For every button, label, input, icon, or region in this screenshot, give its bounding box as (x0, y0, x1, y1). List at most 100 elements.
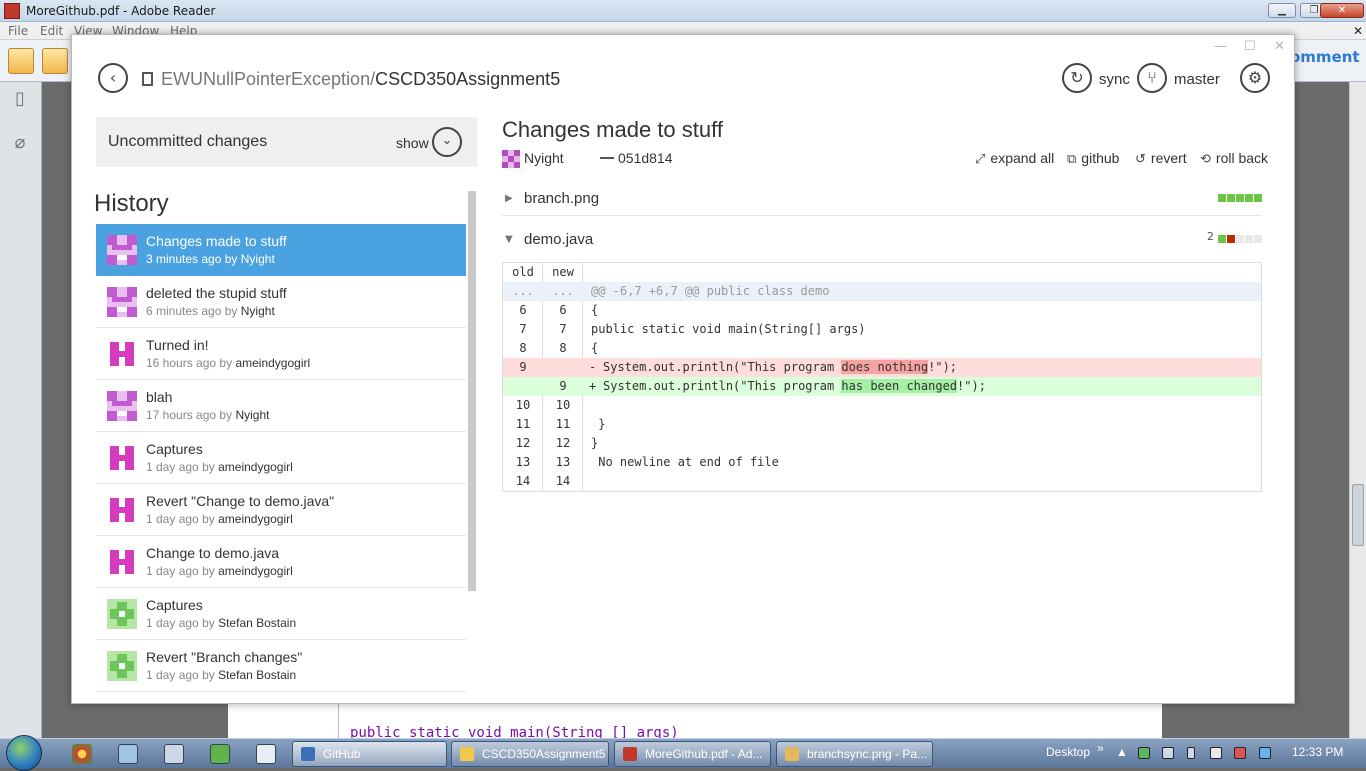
history-item[interactable]: Change to demo.java 1 day ago by ameindyg… (96, 536, 466, 588)
repo-owner-link[interactable]: EWUNullPointerException (161, 69, 370, 89)
settings-button[interactable]: ⚙ (1240, 63, 1270, 93)
arrow-left-icon: ‹ (109, 68, 117, 87)
commit-author[interactable]: Nyight (524, 150, 564, 166)
create-pdf-icon[interactable] (42, 48, 68, 74)
menubar-close-icon[interactable]: ✕ (1353, 24, 1363, 38)
desktop-toolbar-label[interactable]: Desktop (1046, 745, 1090, 759)
reader-vertical-scrollbar[interactable] (1349, 82, 1366, 738)
history-item[interactable]: Captures 1 day ago by ameindygogirl (96, 432, 466, 484)
new-num: 10 (555, 398, 571, 412)
gh-maximize-icon[interactable]: ☐ (1244, 39, 1256, 54)
sync-button[interactable]: ↻ (1062, 63, 1092, 93)
commit-meta: 1 day ago by Stefan Bostain (146, 668, 296, 682)
diff-hunk-header: ... ... @@ -6,7 +6,7 @@ public class dem… (503, 282, 1261, 301)
old-num: 10 (515, 398, 531, 412)
tray-overflow-icon[interactable]: ▲ (1116, 745, 1128, 759)
commit-title: Changes made to stuff (502, 117, 723, 142)
gh-minimize-icon[interactable]: — (1214, 39, 1227, 54)
author-avatar-icon (502, 150, 520, 168)
file-header-branch-png[interactable]: ▶ branch.png (502, 182, 1262, 216)
volume-muted-icon[interactable] (1234, 747, 1246, 759)
roll-back-button[interactable]: ⟲ roll back (1200, 150, 1268, 167)
gear-icon: ⚙ (1247, 68, 1263, 87)
caret-right-icon: ▶ (505, 193, 513, 204)
calculator-icon[interactable] (164, 744, 184, 764)
history-scrollbar[interactable] (468, 191, 476, 591)
commit-message: Changes made to stuff (146, 233, 287, 249)
sync-label[interactable]: sync (1099, 71, 1130, 88)
revert-button[interactable]: ↺ revert (1135, 150, 1187, 167)
deleted-sign: - (589, 360, 597, 374)
history-item[interactable]: Captures 1 day ago by Stefan Bostain (96, 588, 466, 640)
added-post: !"); (957, 379, 986, 393)
diff-line: 8 8 { (503, 339, 1261, 358)
diff-view: old new ... ... @@ -6,7 +6,7 @@ public c… (502, 262, 1262, 492)
taskbar-button-reader[interactable]: MoreGithub.pdf - Ad... (614, 741, 771, 767)
reader-titlebar: MoreGithub.pdf - Adobe Reader ▁ ❐ ✕ (0, 0, 1366, 22)
clock[interactable]: 12:33 PM (1292, 745, 1343, 759)
roll-back-label: roll back (1215, 150, 1269, 166)
branch-label[interactable]: master (1174, 71, 1220, 88)
minimize-button[interactable]: ▁ (1268, 3, 1296, 18)
desktop-toolbar-chevron[interactable]: » (1097, 741, 1104, 755)
security-icon[interactable] (1259, 747, 1271, 759)
start-button[interactable] (6, 735, 42, 771)
battery-icon[interactable] (1187, 747, 1195, 759)
close-button[interactable]: ✕ (1320, 3, 1364, 18)
taskbar-button-github[interactable]: GitHub (292, 741, 447, 767)
comment-pane-button[interactable]: omment (1290, 48, 1360, 66)
history-item[interactable]: Turned in! 16 hours ago by ameindygogirl (96, 328, 466, 380)
commit-time: 1 day ago (146, 668, 199, 682)
pages-icon[interactable]: ▯ (9, 88, 31, 110)
author-avatar-icon (107, 287, 137, 317)
commit-time: 1 day ago (146, 512, 199, 526)
chrome-icon[interactable] (72, 744, 92, 764)
author-avatar-icon (107, 547, 137, 577)
external-link-icon: ⧉ (1067, 151, 1077, 166)
notepad-icon[interactable] (118, 744, 138, 764)
diff-line: 6 6 { (503, 301, 1261, 320)
signal-icon[interactable] (1210, 747, 1222, 759)
commit-author: ameindygogirl (218, 564, 293, 578)
commit-sha[interactable]: 051d814 (600, 150, 673, 166)
paperclip-icon[interactable]: ⌀ (9, 132, 31, 154)
display-tray-icon[interactable] (1162, 747, 1174, 759)
window-switch-icon[interactable] (256, 744, 276, 764)
show-toggle-button[interactable]: ⌄ (432, 127, 462, 157)
file-header-demo-java[interactable]: ▼ demo.java 2 (502, 223, 1262, 257)
show-label[interactable]: show (396, 135, 429, 151)
open-file-icon[interactable] (8, 48, 34, 74)
history-item[interactable]: Revert "Branch changes" 1 day ago by Stef… (96, 640, 466, 692)
uncommitted-changes-bar[interactable]: Uncommitted changes show ⌄ (96, 117, 477, 167)
line-text: No newline at end of file (591, 455, 779, 469)
taskbar-button-paint[interactable]: branchsync.png - Pa... (776, 741, 933, 767)
commit-author: ameindygogirl (218, 512, 293, 526)
network-icon[interactable] (210, 744, 230, 764)
menu-file[interactable]: File (8, 24, 28, 38)
commit-meta: 1 day ago by Stefan Bostain (146, 616, 296, 630)
branch-button[interactable]: ⑂ (1137, 63, 1167, 93)
history-list: Changes made to stuff 3 minutes ago by Ny… (96, 224, 466, 700)
new-num: 11 (555, 417, 571, 431)
history-item[interactable]: Revert "Change to demo.java" 1 day ago by… (96, 484, 466, 536)
commit-author: Stefan Bostain (218, 668, 297, 682)
diff-line: 12 12} (503, 434, 1261, 453)
github-link-button[interactable]: ⧉ github (1067, 150, 1119, 167)
commit-time: 1 day ago (146, 616, 199, 630)
history-item[interactable]: Changes made to stuff 3 minutes ago by Ny… (96, 224, 466, 276)
scrollbar-thumb[interactable] (1352, 484, 1364, 546)
expand-all-button[interactable]: ⤢ expand all (975, 150, 1054, 167)
reader-nav-pane: ▯ ⌀ (0, 82, 42, 738)
history-heading: History (94, 190, 169, 217)
gh-close-icon[interactable]: ✕ (1274, 39, 1285, 54)
branch-icon: ⑂ (1147, 68, 1157, 87)
new-num: 9 (559, 379, 567, 393)
taskbar-button-explorer[interactable]: CSCD350Assignment5 (451, 741, 609, 767)
added-sign: + (589, 379, 597, 393)
sync-tray-icon[interactable] (1138, 747, 1150, 759)
history-item[interactable]: blah 17 hours ago by Nyight (96, 380, 466, 432)
commit-by: by (224, 304, 238, 318)
history-item[interactable]: deleted the stupid stuff 6 minutes ago by… (96, 276, 466, 328)
back-button[interactable]: ‹ (98, 63, 128, 93)
menu-edit[interactable]: Edit (40, 24, 63, 38)
